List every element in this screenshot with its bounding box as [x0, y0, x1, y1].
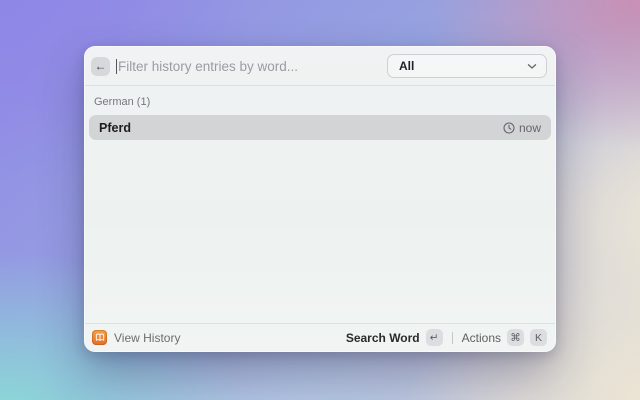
status-bar-left: View History — [92, 330, 180, 345]
primary-action[interactable]: Search Word ↵ — [346, 329, 443, 346]
filter-dropdown[interactable]: All — [387, 54, 547, 78]
divider — [451, 331, 453, 344]
k-key-icon: K — [530, 329, 547, 346]
actions-label: Actions — [461, 330, 501, 345]
search-field-wrap — [116, 58, 387, 74]
status-bar: View History Search Word ↵ Actions ⌘ K — [85, 323, 555, 351]
chevron-down-icon — [527, 63, 537, 70]
clock-icon — [503, 121, 515, 134]
list-item-title: Pferd — [99, 120, 131, 135]
list-item-meta: now — [503, 121, 541, 135]
back-arrow-icon: ← — [94, 59, 107, 73]
primary-action-label: Search Word — [345, 330, 420, 345]
desktop-background: { "background": { "corner_colors": { "to… — [0, 0, 640, 400]
history-window: ← All German (1) Pferd now — [84, 46, 556, 352]
list-item-pferd[interactable]: Pferd now — [89, 115, 551, 140]
app-label: View History — [114, 330, 181, 345]
search-input[interactable] — [117, 58, 387, 74]
search-topbar: ← All — [85, 47, 555, 86]
history-list: German (1) Pferd now — [85, 86, 555, 323]
list-item-time: now — [518, 120, 541, 135]
actions-menu-button[interactable]: Actions ⌘ K — [462, 329, 547, 346]
back-button[interactable]: ← — [91, 56, 110, 76]
command-key-icon: ⌘ — [507, 329, 524, 346]
return-key-icon: ↵ — [425, 329, 443, 346]
section-header: German (1) — [94, 96, 151, 108]
filter-dropdown-value: All — [399, 59, 415, 73]
status-bar-right: Search Word ↵ Actions ⌘ K — [346, 329, 547, 346]
open-book-icon — [92, 330, 107, 345]
